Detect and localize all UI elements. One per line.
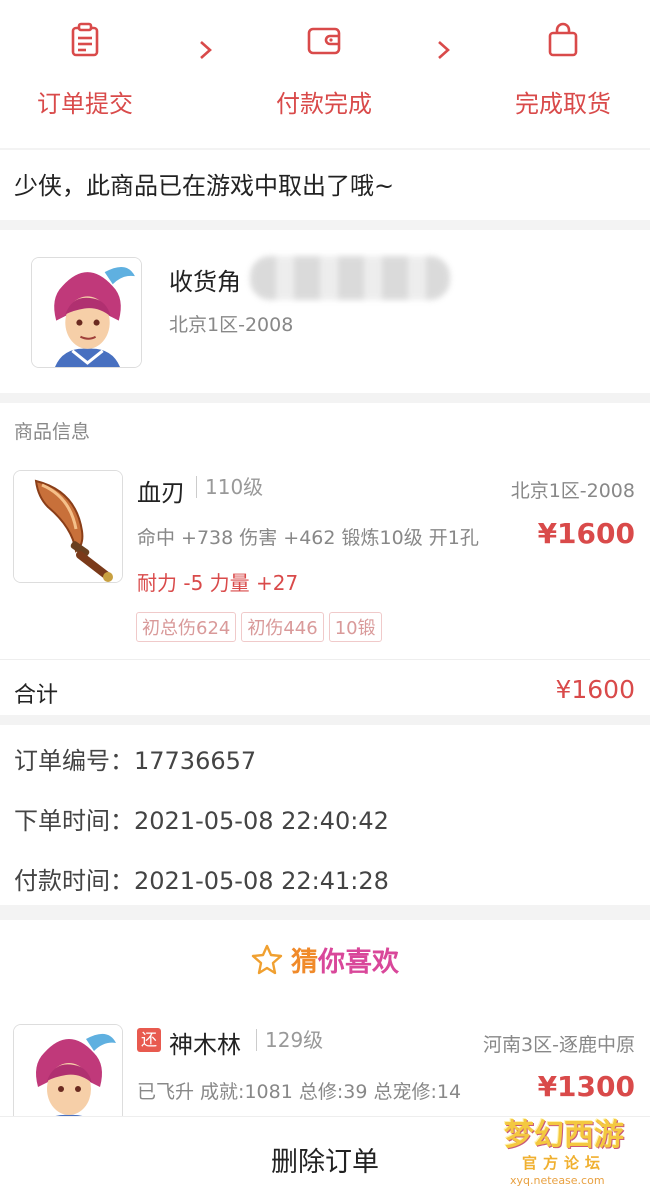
recommend-section: 猜你喜欢 还 神木林 129级 河南3区-逐鹿中原 已飞升 成就:1081 总修… [0,920,650,1134]
clipboard-icon [71,22,99,57]
recommend-item-level: 129级 [256,1029,323,1051]
receiver-avatar [31,257,142,368]
order-created-row: 下单时间：2021-05-08 22:40:42 [14,801,389,836]
item-level: 110级 [196,476,263,498]
item-tags: 初总伤624 初伤446 10锻 [136,612,387,642]
order-number-value: 17736657 [134,747,257,775]
wallet-icon [307,27,341,55]
item-tag: 10锻 [328,612,382,642]
total-row: 合计 ¥1600 [0,659,650,715]
step-label: 订单提交 [37,90,133,118]
chevron-right-icon [438,41,450,59]
recommend-heading: 猜你喜欢 [0,940,650,979]
watermark-logo: 梦幻西游 [504,1118,624,1153]
total-value: ¥1600 [555,675,635,704]
watermark-sub: 官方论坛 [522,1154,607,1172]
item-extra-attributes: 耐力 -5 力量 +27 [137,571,299,595]
order-number-label: 订单编号： [14,747,134,775]
step-label: 完成取货 [515,90,611,118]
pickup-notice: 少侠，此商品已在游戏中取出了哦~ [0,150,650,220]
recommend-title-part-a: 猜 [291,947,318,978]
redacted-role-name [250,256,450,300]
order-paid-label: 付款时间： [14,867,134,895]
step-payment-complete: 付款完成 [244,22,404,119]
order-progress-steps: 订单提交 付款完成 完成取货 [0,0,650,148]
character-portrait-icon [32,258,141,367]
blade-weapon-icon [14,471,122,582]
item-image[interactable] [13,470,123,583]
recommend-item-desc: 已飞升 成就:1081 总修:39 总宠修:14 [137,1081,462,1103]
receiver-server: 北京1区-2008 [169,314,294,336]
item-price: ¥1600 [537,517,635,550]
item-server: 北京1区-2008 [510,480,635,502]
item-tag: 初伤446 [241,612,324,642]
order-number-row: 订单编号：17736657 [14,741,256,776]
recommend-item-server: 河南3区-逐鹿中原 [483,1034,635,1056]
watermark-url: xyq.netease.com [510,1174,605,1187]
order-created-label: 下单时间： [14,807,134,835]
step-order-submitted: 订单提交 [5,22,165,119]
step-pickup-complete: 完成取货 [483,22,643,119]
order-info-card: 订单编号：17736657 下单时间：2021-05-08 22:40:42 付… [0,725,650,905]
star-icon [251,944,283,975]
order-created-value: 2021-05-08 22:40:42 [134,807,389,835]
receiver-card: 收货角 北京1区-2008 [0,230,650,393]
item-attributes: 命中 +738 伤害 +462 锻炼10级 开1孔 [137,527,479,549]
recommend-item-name[interactable]: 神木林 [169,1025,241,1060]
receiver-role-label: 收货角 [169,268,241,296]
section-title: 商品信息 [14,421,91,443]
goods-info-card: 商品信息 血刃 110级 北京1区-2008 命中 +738 伤害 +462 锻… [0,403,650,715]
bag-icon [548,22,578,57]
return-badge: 还 [137,1028,161,1052]
item-name[interactable]: 血刃 [137,473,185,508]
total-label: 合计 [14,683,59,708]
step-label: 付款完成 [276,90,372,118]
item-tag: 初总伤624 [136,612,237,642]
order-paid-value: 2021-05-08 22:41:28 [134,867,389,895]
recommend-title-part-b: 你喜欢 [318,947,399,978]
order-paid-row: 付款时间：2021-05-08 22:41:28 [14,861,389,896]
chevron-right-icon [200,41,212,59]
recommend-item-price: ¥1300 [537,1070,635,1103]
forum-watermark: 梦幻西游 官方论坛 xyq.netease.com [500,1104,645,1192]
